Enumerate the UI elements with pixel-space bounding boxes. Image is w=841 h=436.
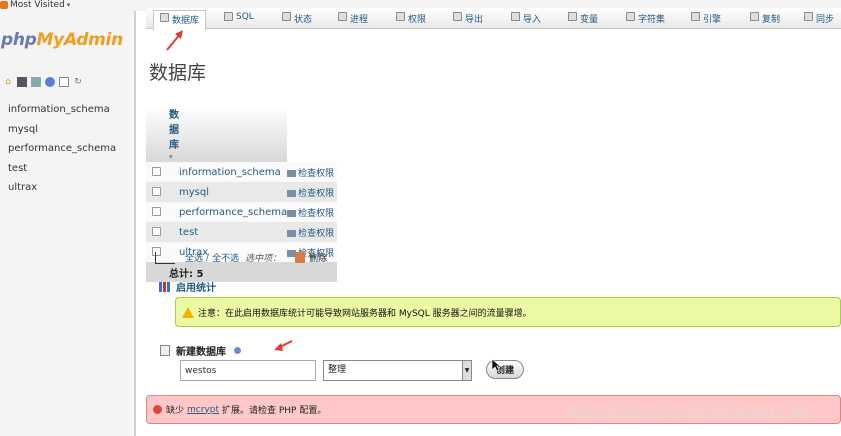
sql-icon xyxy=(224,12,233,21)
privileges-icon xyxy=(287,189,297,197)
new-database-icon xyxy=(160,345,170,356)
tab-status[interactable]: 状态 xyxy=(282,12,312,29)
privileges-icon xyxy=(287,169,297,177)
corner-arrow-icon xyxy=(155,251,175,264)
table-row: test 检查权限 xyxy=(146,222,337,242)
help-circle-icon[interactable] xyxy=(45,77,55,87)
new-database-name-input[interactable] xyxy=(180,360,316,381)
row-checkbox[interactable] xyxy=(152,207,161,216)
privileges-icon xyxy=(287,209,297,217)
tab-databases[interactable]: 数据库 xyxy=(153,10,207,30)
column-header-privileges xyxy=(179,106,288,162)
export-icon xyxy=(453,12,462,21)
privileges-icon xyxy=(287,229,297,237)
mouse-cursor-icon xyxy=(491,358,501,372)
row-checkbox[interactable] xyxy=(152,187,161,196)
tab-variables[interactable]: 变量 xyxy=(568,12,598,29)
variables-icon xyxy=(568,12,577,21)
help-icon[interactable] xyxy=(234,347,241,354)
mcrypt-link[interactable]: mcrypt xyxy=(187,405,219,415)
bulk-separator: / xyxy=(206,252,210,263)
select-none-link[interactable]: 全不选 xyxy=(212,251,239,264)
tab-replication[interactable]: 复制 xyxy=(750,12,780,29)
db-link-test[interactable]: test xyxy=(179,222,288,242)
db-link-performance-schema[interactable]: performance_schema xyxy=(179,202,288,222)
tab-export[interactable]: 导出 xyxy=(453,12,483,29)
sidebar-icon-row: ⌂ ↻ xyxy=(3,77,83,87)
page-title: 数据库 xyxy=(149,62,207,84)
check-privileges-link[interactable]: 检查权限 xyxy=(287,162,337,182)
sidebar-db-mysql[interactable]: mysql xyxy=(8,120,116,140)
delete-button[interactable]: 删除 xyxy=(309,251,327,264)
with-selected-label: 选中项： xyxy=(245,254,282,264)
red-annotation-arrow xyxy=(166,30,183,51)
sql-query-icon[interactable] xyxy=(17,77,27,87)
check-privileges-link[interactable]: 检查权限 xyxy=(287,222,337,242)
table-row: information_schema 检查权限 xyxy=(146,162,337,182)
sidebar-database-list: information_schema mysql performance_sch… xyxy=(8,100,116,198)
row-checkbox[interactable] xyxy=(152,167,161,176)
db-link-mysql[interactable]: mysql xyxy=(179,182,288,202)
settings-doc-icon[interactable] xyxy=(59,77,69,87)
tab-synchronize[interactable]: 同步 xyxy=(804,12,834,29)
navigation-sidebar: phpMyAdmin ⌂ ↻ information_schema mysql … xyxy=(0,11,136,436)
dropdown-arrow-icon: ▼ xyxy=(462,361,471,380)
check-privileges-link[interactable]: 检查权限 xyxy=(287,182,337,202)
charset-icon xyxy=(626,12,635,21)
privileges-icon xyxy=(396,12,405,21)
process-icon xyxy=(338,12,347,21)
table-row: performance_schema 检查权限 xyxy=(146,202,337,222)
table-row: mysql 检查权限 xyxy=(146,182,337,202)
replication-icon xyxy=(750,12,759,21)
import-icon xyxy=(511,12,520,21)
statistics-notice: 注意：在此启用数据库统计可能导致网站服务器和 MySQL 服务器之间的流量骤增。 xyxy=(175,297,841,327)
tab-sql[interactable]: SQL xyxy=(224,12,254,29)
red-annotation-arrow xyxy=(274,340,293,351)
select-all-link[interactable]: 全选 xyxy=(185,251,203,264)
firefox-icon xyxy=(0,0,8,9)
sync-icon xyxy=(804,12,813,21)
phpmyadmin-logo[interactable]: phpMyAdmin xyxy=(1,30,123,50)
db-link-information-schema[interactable]: information_schema xyxy=(179,162,288,182)
error-icon xyxy=(153,405,162,414)
reload-icon[interactable]: ↻ xyxy=(73,77,83,87)
bulk-actions: 全选 / 全不选 选中项： 删除 xyxy=(155,251,327,264)
warning-icon xyxy=(182,306,194,318)
tab-processes[interactable]: 进程 xyxy=(338,12,368,29)
collation-select[interactable]: 整理 ▼ xyxy=(323,360,472,381)
most-visited-bookmark[interactable]: Most Visited ▾ xyxy=(0,0,70,10)
tab-privileges[interactable]: 权限 xyxy=(396,12,426,29)
tab-import[interactable]: 导入 xyxy=(511,12,541,29)
create-database-heading: 新建数据库 xyxy=(160,343,241,358)
tab-charsets[interactable]: 字符集 xyxy=(626,12,665,29)
enable-statistics-link[interactable]: 启用统计 xyxy=(159,279,216,294)
sort-arrow-icon: ▾ xyxy=(169,153,173,161)
check-privileges-link[interactable]: 检查权限 xyxy=(287,202,337,222)
status-icon xyxy=(282,12,291,21)
database-icon xyxy=(160,13,169,22)
chevron-down-icon: ▾ xyxy=(66,0,71,9)
sidebar-db-information-schema[interactable]: information_schema xyxy=(8,100,116,120)
sidebar-db-performance-schema[interactable]: performance_schema xyxy=(8,139,116,159)
bar-chart-icon xyxy=(159,281,170,292)
home-icon[interactable]: ⌂ xyxy=(3,77,13,87)
sidebar-db-test[interactable]: test xyxy=(8,159,116,179)
engine-icon xyxy=(691,12,700,21)
sidebar-db-ultrax[interactable]: ultrax xyxy=(8,178,116,198)
row-checkbox[interactable] xyxy=(152,227,161,236)
top-menu-tabs: 数据库 SQL 状态 进程 权限 导出 导入 变量 字符集 引擎 复制 同步 xyxy=(146,8,841,30)
documentation-icon[interactable] xyxy=(31,77,41,87)
column-header-database[interactable]: 数据库 ▾ xyxy=(146,106,179,162)
tab-engines[interactable]: 引擎 xyxy=(691,12,721,29)
blog-watermark: https://blog.csdn.net/chenfeifei12345 xyxy=(565,407,810,422)
most-visited-label: Most Visited xyxy=(10,0,65,10)
delete-icon[interactable] xyxy=(295,252,306,263)
